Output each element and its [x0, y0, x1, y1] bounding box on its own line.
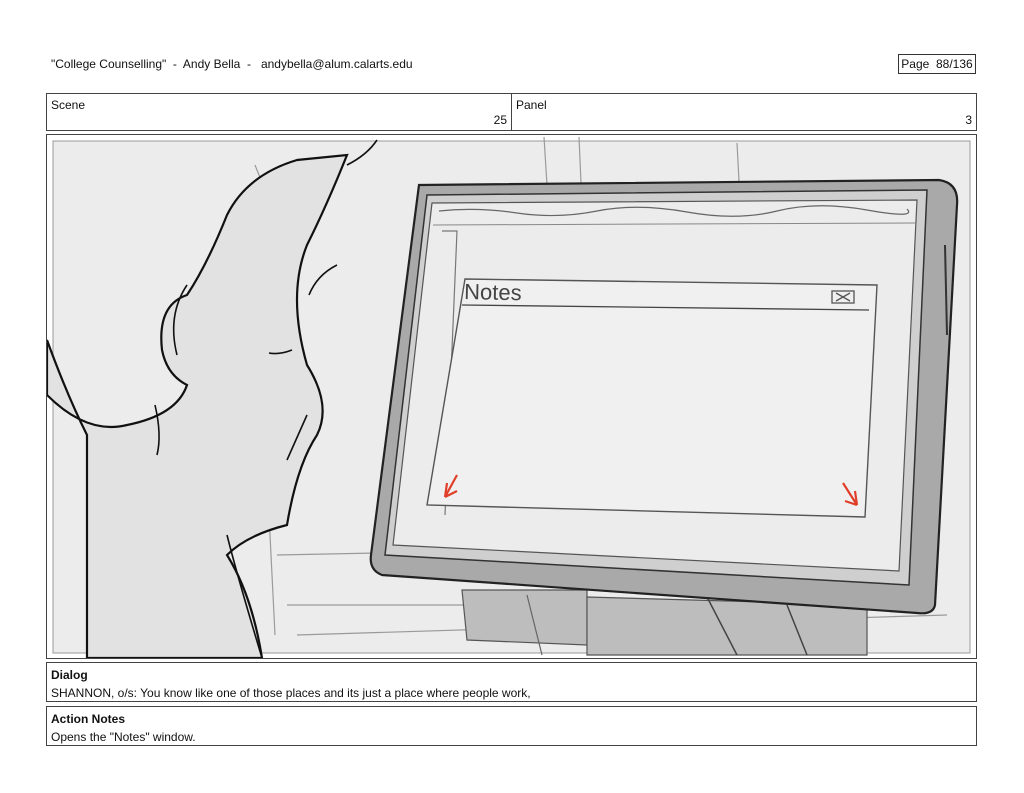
- action-notes-box: Action Notes Opens the "Notes" window.: [46, 706, 977, 746]
- page-number-box: Page 88/136: [898, 54, 976, 74]
- panel-label: Panel: [516, 98, 547, 112]
- storyboard-header-title: "College Counselling" - Andy Bella - and…: [51, 57, 413, 71]
- notes-window: [426, 278, 878, 518]
- dialog-box: Dialog SHANNON, o/s: You know like one o…: [46, 662, 977, 702]
- scene-number: 25: [493, 113, 507, 127]
- dialog-text: SHANNON, o/s: You know like one of those…: [51, 686, 531, 700]
- scene-panel-row: Scene 25 Panel 3: [46, 93, 977, 131]
- scene-label: Scene: [51, 98, 86, 112]
- storyboard-sketch: Notes: [47, 136, 971, 658]
- panel-number: 3: [965, 113, 972, 127]
- action-notes-text: Opens the "Notes" window.: [51, 730, 196, 744]
- scene-cell: Scene 25: [47, 94, 512, 130]
- action-notes-label: Action Notes: [51, 712, 126, 726]
- storyboard-panel-frame: Notes: [46, 134, 977, 659]
- notes-window-title: Notes: [464, 279, 522, 305]
- panel-cell: Panel 3: [512, 94, 976, 130]
- dialog-label: Dialog: [51, 668, 88, 682]
